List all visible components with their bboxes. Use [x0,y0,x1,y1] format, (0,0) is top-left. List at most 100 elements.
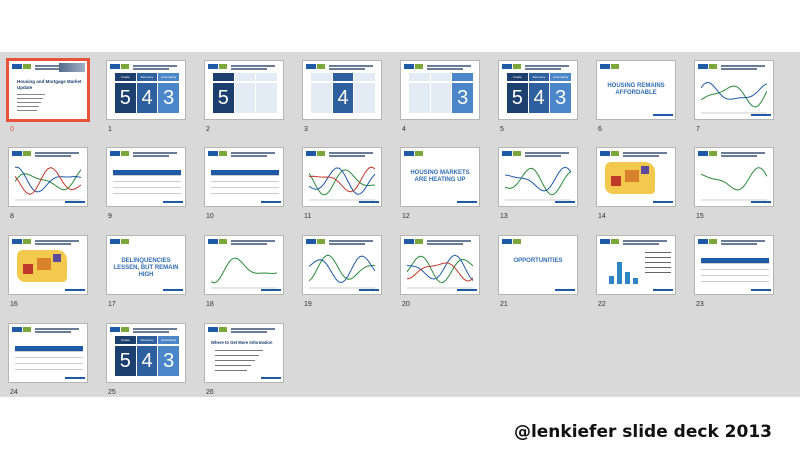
map-region [23,264,33,274]
number-column: 4 [332,73,354,115]
slide-thumbnail[interactable] [302,235,382,295]
title-line [231,65,275,67]
slide-thumbnail[interactable] [694,147,774,207]
series-line [701,81,767,100]
text-line [215,365,251,366]
slide-number: 11 [304,213,312,220]
slide-thumbnail[interactable]: Create 5 Recovery 4 Uncertainty 3 [498,60,578,120]
series-line [505,167,571,196]
text-line [17,106,39,107]
slide-thumbnail[interactable] [8,147,88,207]
footer-logo [65,377,85,379]
text-line [215,370,247,371]
caption-text: @lenkiefer slide deck 2013 [513,422,772,442]
title-line [231,331,267,333]
column-header [256,73,278,81]
logo-icon [404,239,414,244]
title-line [133,65,177,67]
slide-title-text: Housing and Mortgage Market [17,79,82,84]
footer-logo [457,201,477,203]
logo-mark-icon [121,64,129,69]
number-column: Recovery 4 [528,73,550,115]
column-header [430,73,452,81]
number-columns: 4 [311,73,376,115]
series-line [701,167,767,191]
slide-thumbnail[interactable]: Housing and Mortgage Market Update [6,58,90,122]
map-region [641,166,649,174]
slide-thumbnail[interactable]: 4 [302,60,382,120]
footer-logo [457,289,477,291]
slide-thumbnail[interactable] [596,147,676,207]
slide-thumbnail[interactable]: HOUSING REMAINS AFFORDABLE [596,60,676,120]
big-digit: 4 [528,83,550,113]
column-header: Recovery [136,73,158,81]
slide-thumbnail[interactable]: OPPORTUNITIES [498,235,578,295]
title-line [329,243,365,245]
title-line [133,331,169,333]
logo-icon [208,151,218,156]
column-header: Recovery [528,73,550,81]
slide-thumbnail[interactable] [204,147,284,207]
slide-number: 25 [108,389,116,396]
title-line [35,331,71,333]
slide-thumbnail[interactable]: Create 5 Recovery 4 Uncertainty 3 [106,60,186,120]
slide-thumbnail[interactable]: 5 [204,60,284,120]
column-header [452,73,474,81]
slide-thumbnail[interactable] [8,235,88,295]
slide-number: 2 [206,126,210,133]
footer-logo [261,201,281,203]
slide-thumbnail[interactable]: Create 5 Recovery 4 Uncertainty 3 [106,323,186,383]
logo-mark-icon [121,327,129,332]
slide-number: 3 [304,126,308,133]
slide-thumbnail[interactable] [694,60,774,120]
logo-icon [306,151,316,156]
slide-thumbnail[interactable] [302,147,382,207]
number-column: Recovery 4 [136,73,158,115]
title-line [525,152,569,154]
title-line [231,240,275,242]
big-digit: 3 [550,83,572,113]
number-column: Create 5 [115,73,136,115]
mini-chart [211,257,277,289]
slide-thumbnail[interactable]: DELINQUENCIES LESSEN, BUT REMAIN HIGH [106,235,186,295]
slide-thumbnail[interactable] [498,147,578,207]
big-digit: 4 [136,83,158,113]
text-line [17,98,43,99]
column-header: Uncertainty [158,336,180,344]
title-line [35,155,71,157]
logo-mark-icon [611,239,619,244]
logo-mark-icon [513,64,521,69]
title-line [35,152,79,154]
mini-table [15,346,83,370]
big-digit: 3 [158,83,180,113]
slide-thumbnail[interactable]: Where to Get More Information [204,323,284,383]
slide-thumbnail[interactable]: HOUSING MARKETS ARE HEATING UP [400,147,480,207]
slide-thumbnail[interactable] [400,235,480,295]
slide-thumbnail[interactable] [694,235,774,295]
slide-thumbnail[interactable] [204,235,284,295]
title-line [231,243,267,245]
slide-number: 19 [304,301,312,308]
number-column [409,73,430,115]
logo-icon [110,151,120,156]
column-header: Create [115,336,136,344]
logo-mark-icon [709,151,717,156]
column-header [409,73,430,81]
slide-number: 0 [10,126,14,133]
number-column [234,73,256,115]
column-header: Recovery [136,336,158,344]
logo-mark-icon [219,327,227,332]
text-line [215,360,255,361]
logo-mark-icon [709,64,717,69]
slide-number: 10 [206,213,214,220]
map-region [611,176,621,186]
slide-thumbnail[interactable] [106,147,186,207]
text-line [645,252,671,253]
mini-table [211,170,279,194]
logo-icon [208,327,218,332]
slide-thumbnail[interactable]: 3 [400,60,480,120]
column-header [311,73,332,81]
slide-thumbnail[interactable] [596,235,676,295]
slide-thumbnail[interactable] [8,323,88,383]
text-line [645,267,671,268]
